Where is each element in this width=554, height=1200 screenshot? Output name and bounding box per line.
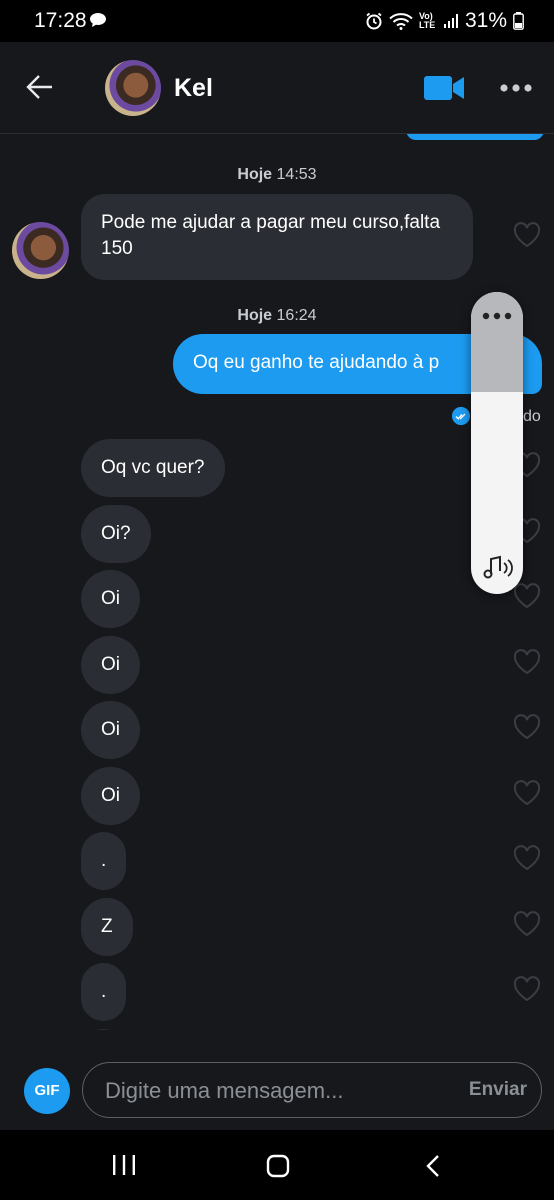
message-composer: GIF Digite uma mensagem... Enviar (0, 1030, 554, 1130)
previous-outgoing-bubble (406, 134, 544, 140)
incoming-message-bubble[interactable]: Oi (81, 636, 140, 694)
contact-name[interactable]: Kel (174, 74, 213, 103)
send-button[interactable]: Enviar (469, 1079, 527, 1101)
seen-status-text: do (523, 408, 541, 425)
heart-icon[interactable] (513, 714, 541, 740)
status-bar: 17:28 Vo) LTE 31% (0, 0, 554, 42)
heart-icon[interactable] (513, 911, 541, 937)
incoming-message-bubble[interactable]: . (81, 832, 126, 890)
system-navigation-bar (0, 1130, 554, 1200)
volume-level-track (471, 292, 523, 392)
heart-icon[interactable] (513, 222, 541, 248)
more-options-icon[interactable] (500, 84, 532, 92)
network-label: Vo) LTE (418, 11, 436, 30)
heart-icon[interactable] (513, 976, 541, 1002)
wifi-icon (389, 13, 413, 30)
alarm-icon (366, 12, 382, 30)
date-time: 16:24 (276, 307, 317, 324)
chat-notification-icon (90, 13, 106, 27)
volume-slider[interactable] (471, 292, 523, 594)
chat-area[interactable]: Hoje 14:53 Pode me ajudar a pagar meu cu… (0, 134, 554, 1030)
conversation-header: Kel (0, 42, 554, 134)
heart-icon[interactable] (513, 845, 541, 871)
message-placeholder: Digite uma mensagem... (105, 1078, 344, 1103)
incoming-message-bubble[interactable]: . (81, 963, 126, 1021)
status-icons: Vo) LTE 31% (365, 9, 524, 33)
status-time: 17:28 (34, 9, 87, 32)
heart-icon[interactable] (513, 583, 541, 609)
incoming-message-bubble[interactable]: Oi (81, 701, 140, 759)
date-time: 14:53 (276, 166, 317, 183)
sender-avatar[interactable] (12, 222, 69, 279)
incoming-message-bubble[interactable]: Pode me ajudar a pagar meu curso,falta 1… (81, 194, 473, 280)
volume-options-icon[interactable] (482, 312, 512, 320)
incoming-message-bubble[interactable]: Z (81, 898, 133, 956)
recent-apps-icon[interactable] (112, 1154, 136, 1176)
incoming-message-bubble[interactable]: Oi? (81, 505, 151, 563)
heart-icon[interactable] (513, 649, 541, 675)
home-icon[interactable] (266, 1154, 290, 1178)
message-input[interactable]: Digite uma mensagem... Enviar (82, 1062, 542, 1118)
battery-percent: 31% (464, 9, 507, 32)
date-day: Hoje (237, 166, 273, 183)
signal-icon (443, 14, 458, 28)
date-day: Hoje (237, 307, 273, 324)
incoming-message-bubble[interactable]: Oq vc quer? (81, 439, 225, 497)
battery-icon (513, 12, 524, 30)
incoming-message-bubble[interactable]: Oi (81, 570, 140, 628)
incoming-message-bubble[interactable]: Oi (81, 767, 140, 825)
seen-check-icon (452, 407, 470, 425)
nav-back-icon[interactable] (426, 1154, 440, 1178)
contact-avatar[interactable] (105, 60, 161, 116)
date-separator: Hoje 14:53 (0, 166, 554, 184)
video-call-icon[interactable] (424, 76, 464, 100)
back-arrow-icon[interactable] (26, 74, 54, 100)
media-volume-icon[interactable] (480, 554, 514, 582)
heart-icon[interactable] (513, 780, 541, 806)
gif-button[interactable]: GIF (24, 1068, 70, 1114)
